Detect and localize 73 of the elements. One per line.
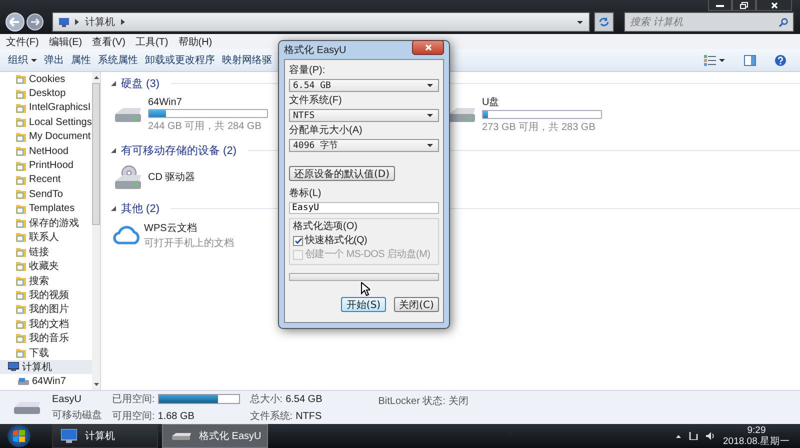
menu-item[interactable]: 工具(T) — [135, 34, 168, 48]
dialog-button[interactable]: 关闭(C) — [394, 297, 439, 312]
search-field[interactable]: 搜索 计算机 — [624, 12, 794, 32]
group-title: 格式化选项(O) — [293, 221, 358, 233]
navigation-item[interactable]: My Document — [0, 130, 92, 144]
drive-name[interactable]: CD 驱动器 — [148, 170, 196, 184]
drive-type: 可移动磁盘 — [52, 408, 102, 422]
address-bar[interactable]: 计算机 — [52, 12, 590, 32]
navigation-item[interactable]: 联系人 — [0, 230, 92, 245]
toolbar-button[interactable]: 卸载或更改程序 — [145, 53, 215, 67]
toolbar-button[interactable]: 属性 — [71, 53, 91, 67]
drive-name[interactable]: U盘 — [482, 95, 602, 109]
toolbar-button[interactable]: 系统属性 — [98, 53, 138, 67]
navigation-item[interactable]: IntelGraphicsI — [0, 100, 92, 116]
navigation-item[interactable]: 我的视频 — [0, 288, 92, 302]
navigation-item[interactable]: 链接 — [0, 244, 92, 260]
navigation-item[interactable]: 我的文档 — [0, 316, 92, 332]
breadcrumb-item[interactable]: 计算机 — [85, 15, 115, 29]
menu-item[interactable]: 帮助(H) — [178, 34, 212, 48]
field-label: 已用空间: — [112, 392, 155, 406]
checkbox-option[interactable]: 快速格式化(Q) — [293, 235, 368, 247]
field-label: 总大小: — [250, 392, 283, 406]
navigation-item[interactable]: Templates — [0, 202, 92, 216]
field-label: 分配单元大小(A) — [289, 125, 364, 137]
drive-space: 273 GB 可用，共 283 GB — [482, 120, 596, 134]
item-description: 可打开手机上的文档 — [144, 236, 234, 250]
navigation-item[interactable]: Cookies — [0, 72, 92, 86]
navigation-item[interactable]: 搜索 — [0, 273, 92, 288]
dropdown[interactable]: 4096 字节 — [289, 139, 439, 152]
navigation-item[interactable]: 计算机 — [0, 360, 92, 374]
navigation-item[interactable]: 64Win7 — [0, 374, 92, 389]
navigation-item[interactable]: NetHood — [0, 144, 92, 158]
menu-item[interactable]: 编辑(E) — [48, 34, 82, 48]
toolbar-button[interactable]: 弹出 — [44, 53, 64, 67]
field-label: 容量(P): — [289, 65, 326, 77]
field-label: 文件系统: — [250, 410, 293, 423]
navigation-item[interactable]: Local Settings — [0, 115, 92, 130]
dropdown[interactable]: 6.54 GB — [289, 79, 439, 92]
clock[interactable]: 9:29 2018.08.星期一 — [723, 425, 790, 447]
dropdown[interactable]: NTFS — [289, 109, 439, 122]
section-header[interactable]: 有可移动存储的设备 (2) — [121, 142, 236, 158]
menu-item[interactable]: 查看(V) — [92, 34, 126, 48]
navigation-item[interactable]: Recent — [0, 172, 92, 188]
navigation-item[interactable]: Desktop — [0, 86, 92, 101]
menu-item[interactable]: 文件(F) — [6, 34, 39, 48]
navigation-item[interactable]: 下载 — [0, 345, 92, 360]
field-value: NTFS — [296, 410, 322, 422]
toolbar-button[interactable]: 组织 — [8, 53, 37, 67]
taskbar-button[interactable]: 计算机 — [52, 424, 158, 448]
navigation-item[interactable]: PrintHood — [0, 158, 92, 173]
dialog-title: 格式化 EasyU — [284, 44, 346, 57]
navigation-item[interactable]: 保存的游戏 — [0, 216, 92, 230]
navigation-item[interactable]: 我的图片 — [0, 302, 92, 317]
restore-defaults-button[interactable]: 还原设备的默认值(D) — [289, 166, 395, 181]
field-value: 1.68 GB — [158, 410, 194, 422]
section-header[interactable]: 其他 (2) — [121, 200, 160, 216]
navigation-item[interactable]: 我的音乐 — [0, 331, 92, 346]
field-value: 6.54 GB — [286, 394, 322, 404]
field-label: 卷标(L) — [289, 188, 322, 200]
field-label: 可用空间: — [112, 410, 155, 423]
taskbar-button[interactable]: 格式化 EasyU — [162, 424, 268, 448]
navigation-item[interactable]: SendTo — [0, 187, 92, 202]
section-header[interactable]: 硬盘 (3) — [121, 76, 160, 90]
navigation-item[interactable]: 收藏夹 — [0, 259, 92, 274]
volume-label-input[interactable]: EasyU — [289, 202, 439, 214]
drive-name[interactable]: 64Win7 — [148, 96, 268, 108]
item-name[interactable]: WPS云文档 — [144, 220, 234, 234]
drive-name: EasyU — [52, 394, 82, 404]
field-label: 文件系统(F) — [289, 95, 343, 107]
drive-space: 244 GB 可用，共 284 GB — [148, 120, 262, 132]
bitlocker-status: BitLocker 状态: 关闭 — [378, 394, 468, 408]
dialog-button[interactable]: 开始(S) — [341, 297, 386, 312]
toolbar-button[interactable]: 映射网络驱 — [222, 53, 272, 67]
